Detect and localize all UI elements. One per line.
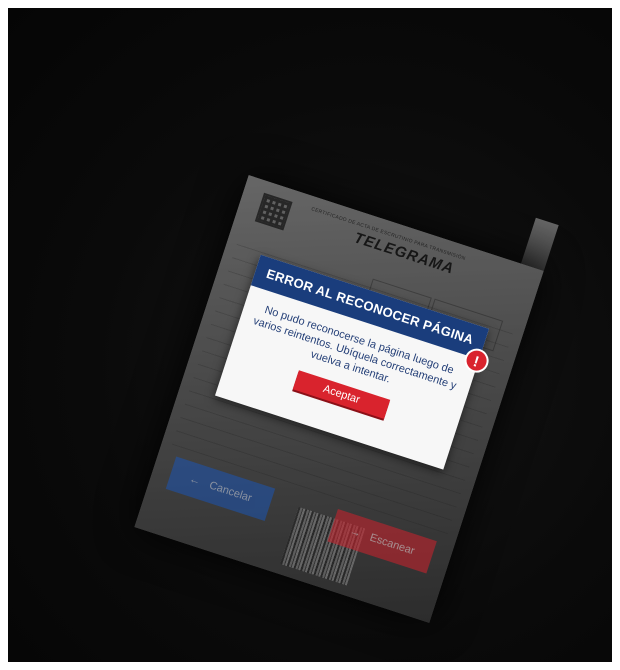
arrow-right-icon: →	[348, 525, 363, 540]
screen: CERTIFICADO DE ACTA DE ESCRUTINIO PARA T…	[134, 175, 544, 623]
cancel-label: Cancelar	[207, 479, 254, 505]
scan-label: Escanear	[368, 531, 417, 558]
arrow-left-icon: ←	[187, 473, 202, 488]
voting-terminal-screen: CERTIFICADO DE ACTA DE ESCRUTINIO PARA T…	[134, 175, 544, 623]
photo-background: CERTIFICADO DE ACTA DE ESCRUTINIO PARA T…	[8, 8, 612, 662]
